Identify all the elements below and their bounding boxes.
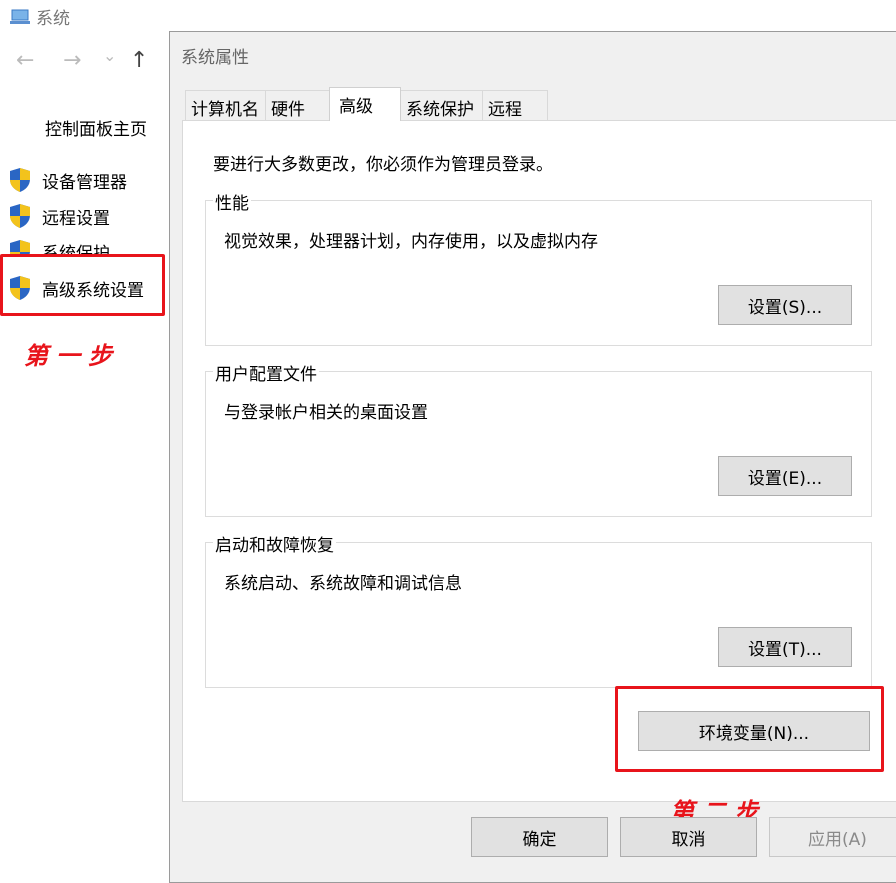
sidebar-item-advanced-settings[interactable]: 高级系统设置 [8, 275, 144, 301]
forward-arrow-icon[interactable]: → [63, 48, 81, 73]
group-description: 与登录帐户相关的桌面设置 [224, 403, 428, 423]
user-profiles-settings-button[interactable]: 设置(E)... [718, 456, 852, 496]
tab-hardware[interactable]: 硬件 [265, 90, 330, 120]
group-title: 用户配置文件 [213, 360, 319, 385]
sidebar-item-system-protection[interactable]: 系统保护 [8, 239, 110, 254]
window-title-bar: 系统 [10, 4, 70, 29]
step2-highlight-box [615, 686, 884, 772]
uac-shield-icon [10, 276, 30, 300]
system-properties-dialog: 系统属性 计算机名 硬件 高级 系统保护 远程 要进行大多数更改，你必须作为管理… [169, 31, 896, 883]
control-panel-home-link[interactable]: 控制面板主页 [45, 115, 147, 140]
user-profiles-group: 用户配置文件 与登录帐户相关的桌面设置 设置(E)... [205, 360, 872, 517]
apply-button[interactable]: 应用(A) [769, 817, 896, 857]
uac-shield-icon [10, 168, 30, 192]
performance-group: 性能 视觉效果，处理器计划，内存使用，以及虚拟内存 设置(S)... [205, 189, 872, 346]
ok-button[interactable]: 确定 [471, 817, 608, 857]
dialog-title: 系统属性 [181, 48, 249, 68]
performance-settings-button[interactable]: 设置(S)... [718, 285, 852, 325]
sidebar-item-label: 远程设置 [42, 208, 110, 229]
uac-shield-icon [10, 204, 30, 228]
sidebar-item-device-manager[interactable]: 设备管理器 [8, 167, 127, 193]
group-description: 视觉效果，处理器计划，内存使用，以及虚拟内存 [224, 232, 598, 252]
sidebar-item-remote-settings[interactable]: 远程设置 [8, 203, 110, 229]
sidebar-item-label: 系统保护 [42, 244, 110, 254]
recent-dropdown-icon[interactable]: ⌄ [103, 46, 116, 65]
step1-annotation: 第一步 [24, 341, 120, 370]
group-title: 性能 [213, 189, 251, 214]
admin-notice: 要进行大多数更改，你必须作为管理员登录。 [213, 155, 553, 175]
startup-recovery-settings-button[interactable]: 设置(T)... [718, 627, 852, 667]
back-arrow-icon[interactable]: ← [16, 48, 34, 73]
startup-recovery-group: 启动和故障恢复 系统启动、系统故障和调试信息 设置(T)... [205, 531, 872, 688]
window-title: 系统 [36, 9, 70, 29]
tab-system-protection[interactable]: 系统保护 [400, 90, 483, 120]
sidebar-item-label: 设备管理器 [42, 172, 127, 193]
uac-shield-icon [10, 240, 30, 254]
group-title: 启动和故障恢复 [213, 531, 336, 556]
cancel-button[interactable]: 取消 [620, 817, 757, 857]
up-arrow-icon[interactable]: ↑ [130, 48, 148, 73]
tab-advanced[interactable]: 高级 [329, 87, 401, 121]
sidebar-item-label: 高级系统设置 [42, 280, 144, 301]
tab-computer-name[interactable]: 计算机名 [185, 90, 266, 120]
computer-icon [10, 9, 30, 24]
tab-remote[interactable]: 远程 [482, 90, 548, 120]
group-description: 系统启动、系统故障和调试信息 [224, 574, 462, 594]
